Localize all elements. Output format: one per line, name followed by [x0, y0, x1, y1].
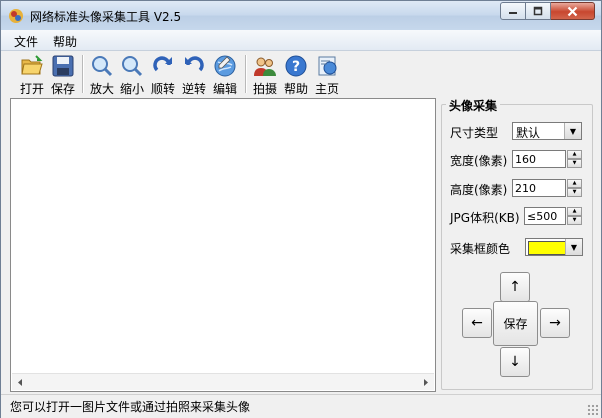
spin-down-icon[interactable]: ▼	[567, 216, 582, 225]
chevron-down-icon[interactable]: ▼	[565, 239, 582, 255]
horizontal-scrollbar[interactable]	[12, 373, 434, 390]
title-bar[interactable]: 网络标准头像采集工具 V2.5	[1, 1, 601, 30]
toolbar: 打开 保存 放大 缩小 顺转 逆转 编辑 拍摄 ? 帮助 主页	[1, 51, 601, 96]
spin-down-icon[interactable]: ▼	[567, 188, 582, 197]
zoom-in-button[interactable]: 放大	[87, 53, 117, 96]
minimize-icon	[509, 12, 517, 14]
size-type-label: 尺寸类型	[450, 126, 499, 140]
scroll-left-button[interactable]	[12, 374, 28, 390]
capture-label: 拍摄	[252, 82, 277, 96]
zoom-out-label: 缩小	[119, 82, 144, 96]
height-stepper[interactable]: 210 ▲ ▼	[512, 179, 582, 197]
help-label: 帮助	[283, 82, 308, 96]
camera-people-icon	[254, 57, 276, 76]
save-label: 保存	[50, 82, 75, 96]
jpg-size-stepper[interactable]: ≤500 ▲ ▼	[512, 207, 582, 225]
move-right-button[interactable]: →	[540, 308, 570, 338]
zoom-out-icon	[122, 56, 143, 77]
height-field[interactable]: 210	[512, 179, 566, 197]
jpg-size-field[interactable]: ≤500	[524, 207, 566, 225]
zoom-in-label: 放大	[89, 82, 114, 96]
move-up-button[interactable]: ↑	[500, 272, 530, 302]
app-logo-icon	[9, 9, 23, 23]
rotate-cw-icon	[153, 56, 172, 72]
move-left-button[interactable]: ←	[462, 308, 492, 338]
frame-color-label: 采集框颜色	[450, 242, 511, 256]
help-button[interactable]: ? 帮助	[281, 53, 311, 96]
jpg-size-label: JPG体积(KB)	[450, 211, 520, 225]
window-title: 网络标准头像采集工具 V2.5	[30, 10, 182, 24]
frame-color-select[interactable]: ▼	[525, 238, 583, 256]
home-page-icon	[318, 56, 337, 76]
chevron-down-icon[interactable]: ▼	[564, 123, 581, 139]
size-type-select[interactable]: 默认 ▼	[512, 122, 582, 140]
toolbar-separator	[245, 55, 247, 93]
color-swatch	[528, 241, 566, 255]
scroll-right-button[interactable]	[418, 374, 434, 390]
size-type-value: 默认	[516, 126, 541, 140]
arrow-left-icon	[18, 378, 22, 386]
width-label: 宽度(像素)	[450, 154, 508, 168]
minimize-button[interactable]	[500, 2, 526, 20]
capture-button[interactable]: 拍摄	[250, 53, 280, 96]
edit-label: 编辑	[212, 82, 237, 96]
rotate-ccw-button[interactable]: 逆转	[179, 53, 209, 96]
close-button[interactable]	[551, 2, 595, 20]
spin-down-icon[interactable]: ▼	[567, 159, 582, 168]
app-window: 网络标准头像采集工具 V2.5 文件 帮助 打开 保存 放大 缩小 顺转 逆转 …	[0, 0, 602, 418]
homepage-label: 主页	[314, 82, 339, 96]
width-field[interactable]: 160	[512, 150, 566, 168]
status-bar: 您可以打开一图片文件或通过拍照来采集头像	[1, 394, 601, 418]
open-label: 打开	[19, 82, 44, 96]
spin-up-icon[interactable]: ▲	[567, 179, 582, 188]
capture-group-title: 头像采集	[446, 97, 501, 114]
close-icon	[567, 6, 578, 16]
toolbar-separator	[82, 55, 84, 93]
help-icon: ?	[285, 55, 307, 77]
spin-up-icon[interactable]: ▲	[567, 207, 582, 216]
zoom-out-button[interactable]: 缩小	[117, 53, 147, 96]
height-label: 高度(像素)	[450, 183, 508, 197]
edit-globe-icon	[214, 55, 236, 77]
maximize-button[interactable]	[526, 2, 551, 20]
svg-text:?: ?	[292, 59, 300, 75]
zoom-in-icon	[92, 56, 113, 77]
open-button[interactable]: 打开	[17, 53, 47, 96]
arrow-right-icon	[424, 378, 428, 386]
status-text: 您可以打开一图片文件或通过拍照来采集头像	[10, 400, 251, 414]
maximize-icon	[533, 6, 543, 16]
rotate-cw-button[interactable]: 顺转	[148, 53, 178, 96]
menu-help[interactable]: 帮助	[53, 33, 77, 50]
move-down-button[interactable]: ↓	[500, 347, 530, 377]
rotate-cw-label: 顺转	[150, 82, 175, 96]
resize-grip-icon[interactable]	[587, 404, 598, 415]
floppy-disk-icon	[52, 55, 74, 77]
image-canvas[interactable]	[10, 98, 436, 392]
folder-open-icon	[21, 55, 43, 75]
window-controls	[500, 2, 595, 21]
homepage-button[interactable]: 主页	[312, 53, 342, 96]
crop-save-button[interactable]: 保存	[493, 301, 538, 346]
width-stepper[interactable]: 160 ▲ ▼	[512, 150, 582, 168]
menu-file[interactable]: 文件	[14, 33, 38, 50]
spin-up-icon[interactable]: ▲	[567, 150, 582, 159]
rotate-ccw-icon	[185, 56, 204, 72]
save-button[interactable]: 保存	[48, 53, 78, 96]
edit-button[interactable]: 编辑	[210, 53, 240, 96]
menu-bar: 文件 帮助	[1, 30, 601, 51]
rotate-ccw-label: 逆转	[181, 82, 206, 96]
